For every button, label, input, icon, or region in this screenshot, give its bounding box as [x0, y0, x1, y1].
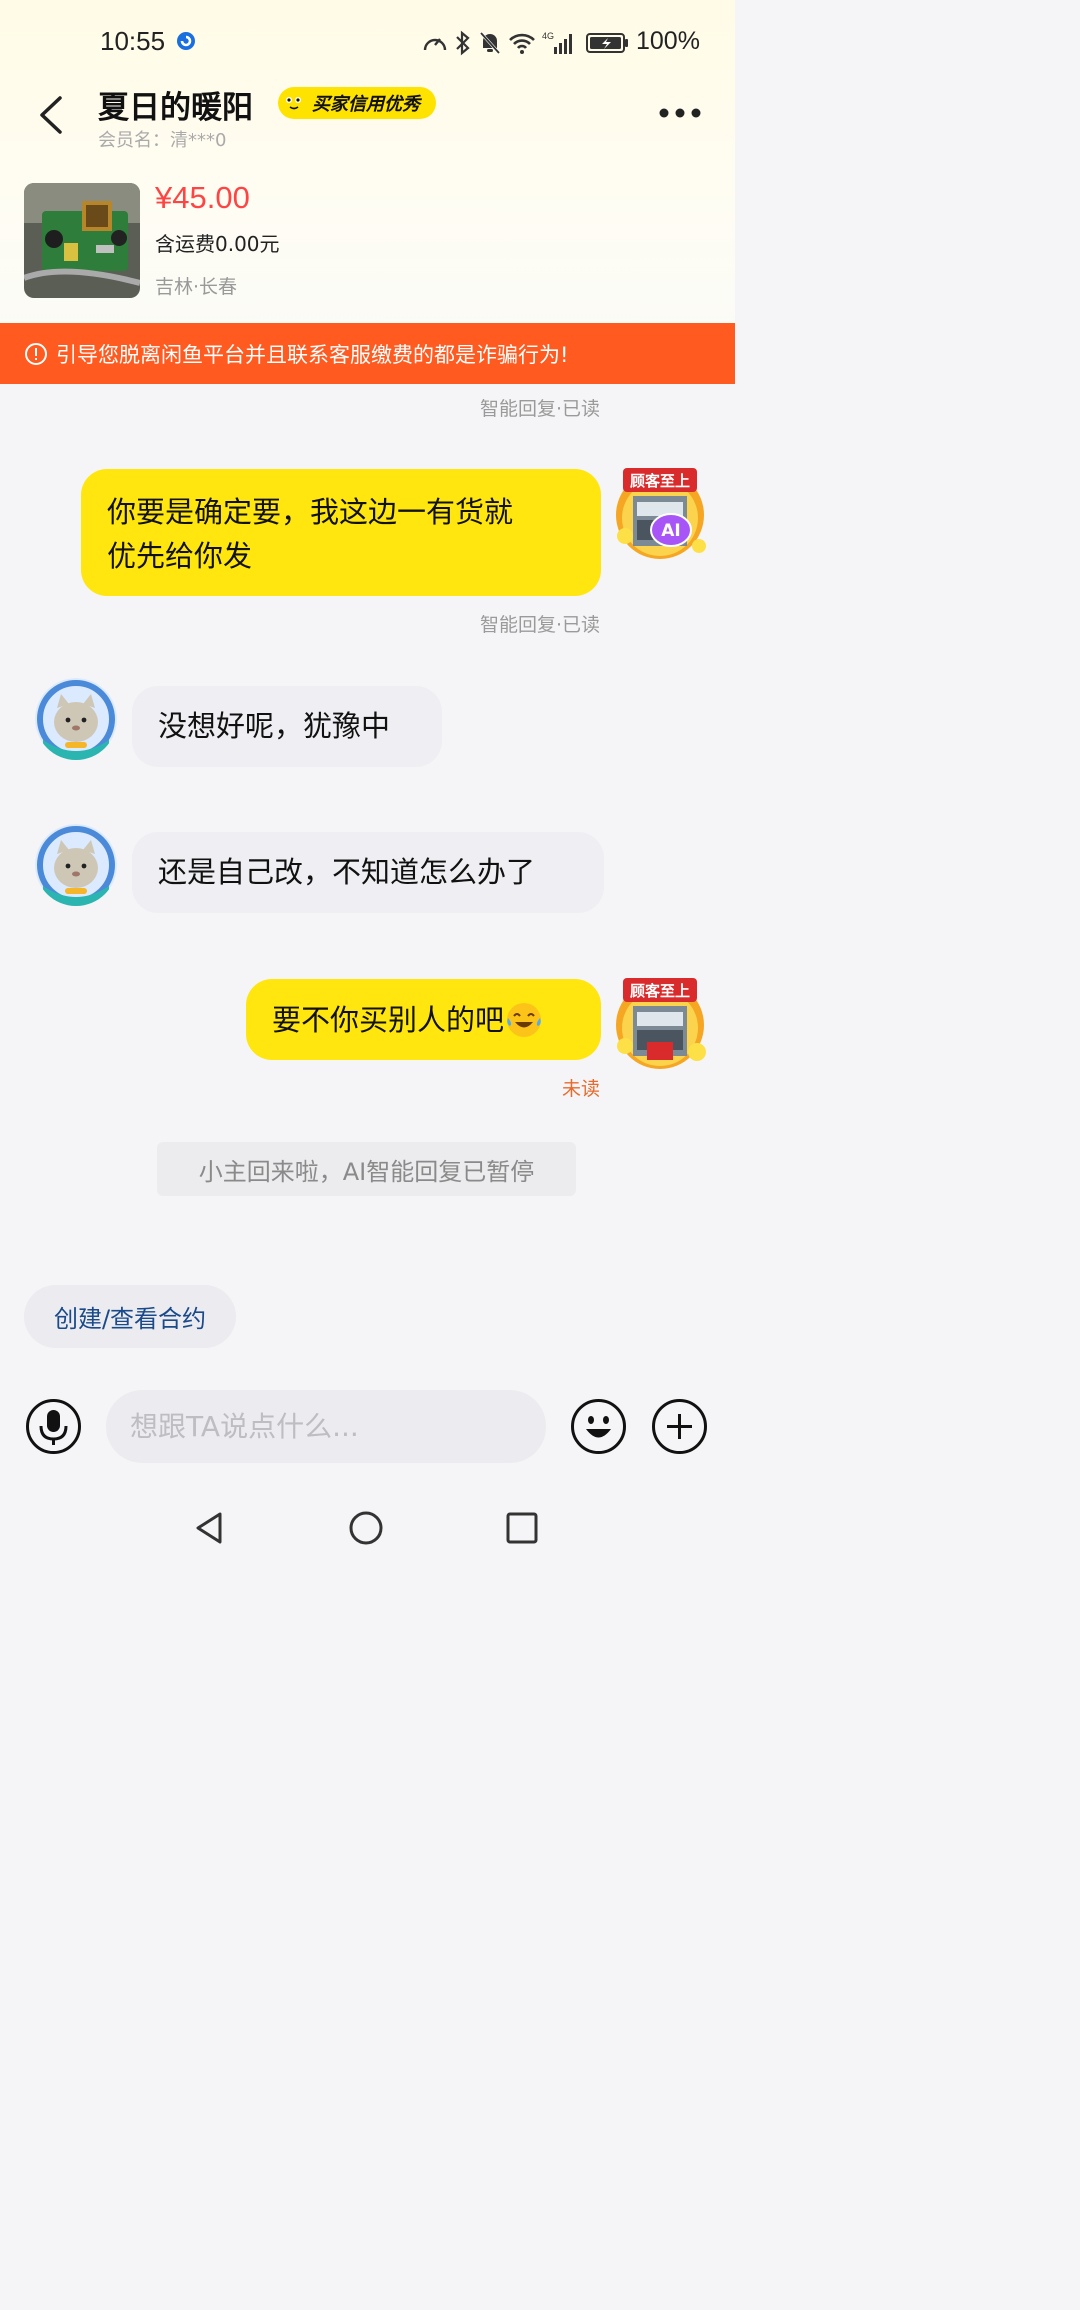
add-more-icon[interactable]: [651, 1398, 708, 1455]
fraud-warning-banner: 引导您脱离闲鱼平台并且联系客服缴费的都是诈骗行为!: [0, 323, 735, 384]
more-options-icon[interactable]: [656, 100, 704, 126]
fish-mascot-icon: [278, 87, 312, 119]
status-time: 10:55: [100, 26, 166, 56]
mute-bell-icon: [479, 31, 501, 55]
message-input[interactable]: [106, 1390, 546, 1463]
app-notification-icon: [177, 32, 195, 50]
product-thumbnail[interactable]: [24, 183, 140, 298]
product-price: ¥45.00: [155, 180, 250, 215]
product-location: 吉林·长春: [155, 276, 238, 298]
shipping-info: 含运费0.00元: [155, 232, 280, 256]
contract-button[interactable]: 创建/查看合约: [24, 1285, 236, 1348]
status-bar: 10:55 4G 100%: [0, 0, 735, 80]
emoji-icon[interactable]: [570, 1398, 627, 1455]
back-arrow-icon[interactable]: [32, 92, 72, 138]
speed-meter-icon: [423, 38, 447, 51]
buyer-avatar[interactable]: [35, 824, 117, 906]
message-text: 要不你买别人的吧: [272, 1002, 505, 1037]
battery-percentage: 100%: [636, 27, 700, 55]
battery-icon: [586, 33, 628, 53]
tears-of-joy-emoji-icon: [507, 1002, 542, 1037]
wifi-icon: [509, 33, 535, 54]
message-text: 没想好呢，犹豫中: [158, 709, 391, 743]
message-status: 智能回复·已读: [479, 614, 600, 636]
incoming-message-bubble[interactable]: 还是自己改，不知道怎么办了: [132, 832, 604, 913]
nav-back-icon[interactable]: [190, 1508, 230, 1548]
buyer-avatar[interactable]: [35, 678, 117, 760]
outgoing-message-bubble[interactable]: 你要是确定要，我这边一有货就 优先给你发: [81, 469, 601, 596]
avatar-badge-text: 顾客至上: [630, 982, 690, 1000]
ai-badge-icon: AI: [650, 513, 692, 547]
ai-badge-text: AI: [661, 521, 680, 541]
seller-avatar[interactable]: 顾客至上: [611, 976, 709, 1074]
seller-avatar[interactable]: 顾客至上 AI: [611, 466, 709, 564]
message-status: 未读: [561, 1078, 600, 1100]
cellular-signal-icon: 4G: [542, 31, 572, 54]
outgoing-message-bubble[interactable]: 要不你买别人的吧: [246, 979, 601, 1060]
microphone-icon[interactable]: [25, 1398, 82, 1455]
nav-recents-icon[interactable]: [502, 1508, 542, 1548]
incoming-message-bubble[interactable]: 没想好呢，犹豫中: [132, 686, 442, 767]
warning-icon: [25, 342, 47, 365]
credit-badge[interactable]: 买家信用优秀: [278, 87, 436, 119]
nav-home-icon[interactable]: [346, 1508, 386, 1548]
avatar-badge-text: 顾客至上: [630, 472, 690, 490]
fraud-warning-text: 引导您脱离闲鱼平台并且联系客服缴费的都是诈骗行为!: [56, 342, 569, 367]
bluetooth-icon: [456, 30, 470, 56]
message-status: 智能回复·已读: [479, 398, 600, 420]
member-name: 会员名：清***0: [98, 130, 227, 151]
network-type-label: 4G: [542, 31, 554, 41]
status-icons: 4G: [422, 28, 630, 58]
message-text-line: 你要是确定要，我这边一有货就: [107, 495, 514, 529]
message-text-line: 优先给你发: [107, 539, 253, 573]
message-text: 还是自己改，不知道怎么办了: [158, 855, 536, 889]
seller-name[interactable]: 夏日的暖阳: [98, 82, 253, 127]
system-notice: 小主回来啦，AI智能回复已暂停: [157, 1142, 576, 1196]
credit-badge-label: 买家信用优秀: [312, 94, 420, 115]
